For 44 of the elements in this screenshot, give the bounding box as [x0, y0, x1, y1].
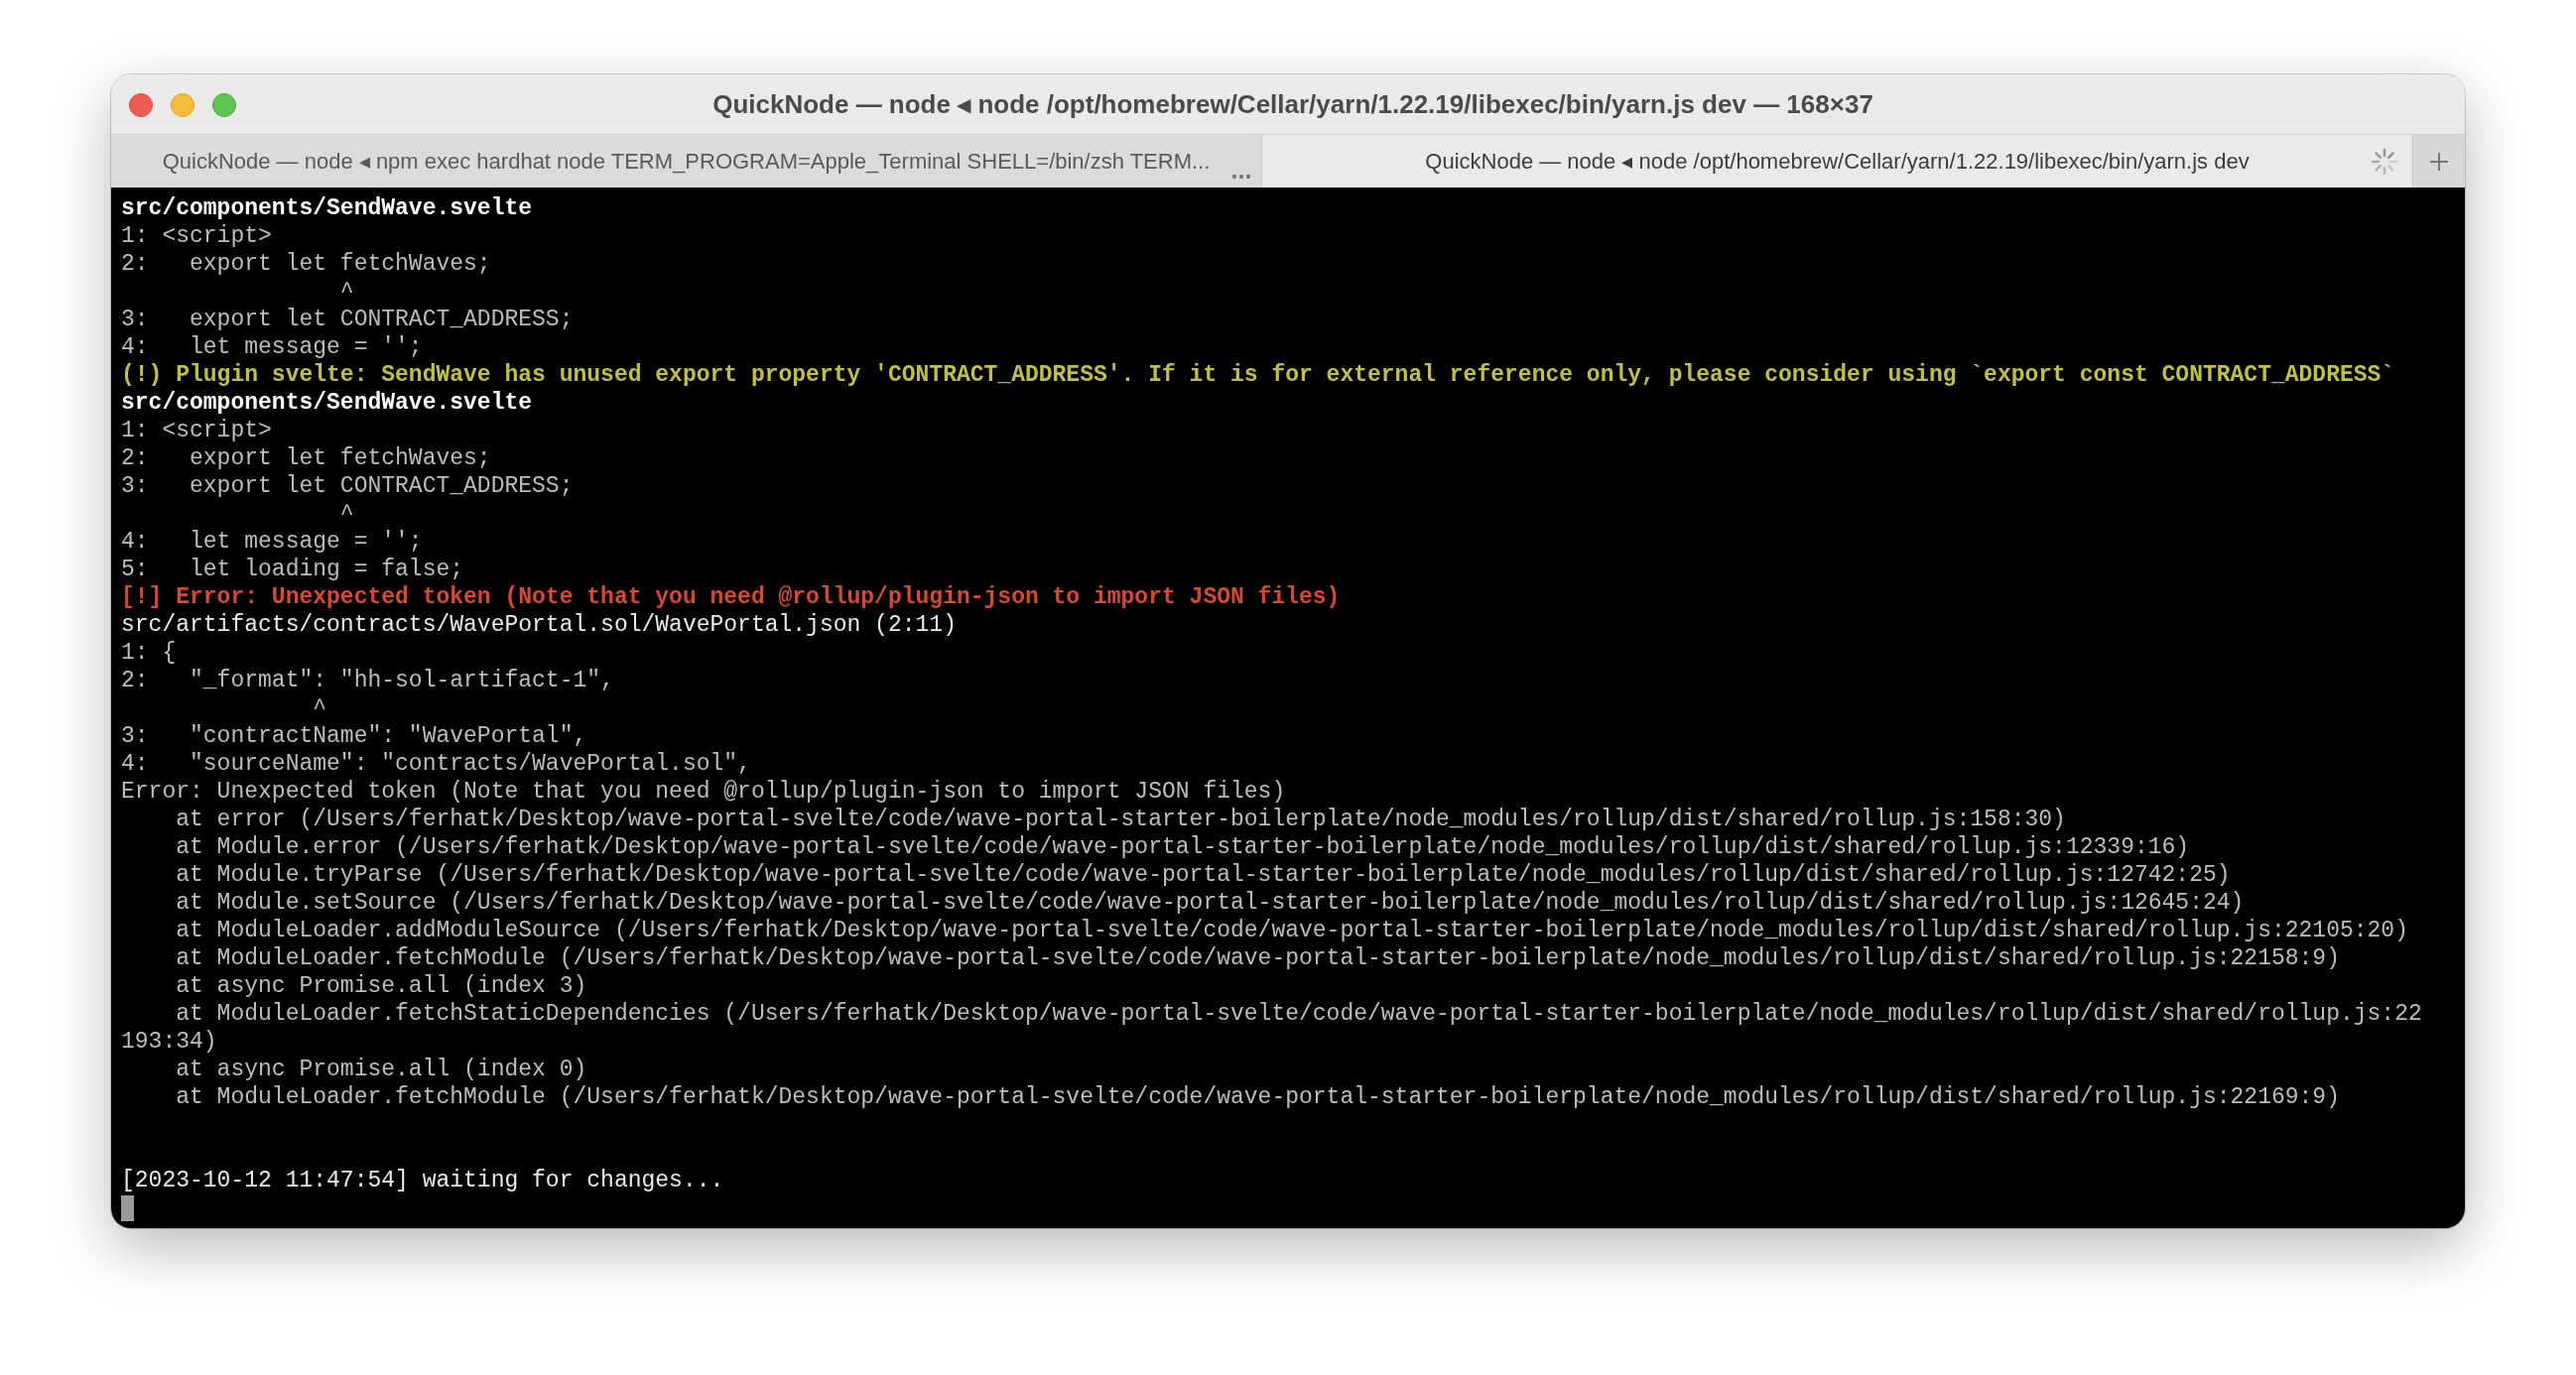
code-line: at async Promise.all (index 0)	[175, 1057, 587, 1082]
code-line: 3: export let CONTRACT_ADDRESS;	[121, 473, 574, 499]
caret-pointer: ^	[312, 695, 327, 721]
code-line: Error: Unexpected token (Note that you need @rollup/plugin-json to import JSON files)	[121, 779, 1286, 805]
caret-pointer: ^	[338, 279, 354, 305]
code-line: 1: <script>	[121, 223, 272, 249]
code-line: 2: "_format": "hh-sol-artifact-1",	[121, 668, 614, 693]
code-line: 3: "contractName": "WavePortal",	[121, 723, 587, 749]
code-line: 2: export let fetchWaves;	[121, 445, 491, 471]
code-line: 4: let message = '';	[121, 529, 423, 555]
file-path: src/components/SendWave.svelte	[121, 390, 533, 416]
file-path: src/components/SendWave.svelte	[121, 195, 533, 221]
code-line: at Module.tryParse (/Users/ferhatk/Desktop/wave-portal-svelte/code/wave-portal-starter-boilerplate/node_modules/rollup/dist/shared/rollup.js:12742:25)	[175, 862, 2231, 888]
zoom-button[interactable]	[212, 93, 236, 117]
minimize-button[interactable]	[171, 93, 194, 117]
terminal-tab[interactable]: QuickNode — node ◂ node /opt/homebrew/Cellar/yarn/1.22.19/libexec/bin/yarn.js dev	[1262, 135, 2413, 188]
plus-icon	[2428, 150, 2450, 173]
code-line: at ModuleLoader.fetchStaticDependencies (/Users/ferhatk/Desktop/wave-portal-svelte/code/wave-portal-starter-boilerplate/node_modules/rollup/dist/shared/rollup.js:22	[175, 1001, 2422, 1027]
code-line: at async Promise.all (index 3)	[175, 973, 587, 999]
code-line: 193:34)	[121, 1029, 217, 1055]
code-line: at ModuleLoader.addModuleSource (/Users/ferhatk/Desktop/wave-portal-svelte/code/wave-portal-starter-boilerplate/node_modules/rollup/dist/shared/rollup.js:22105:20)	[175, 918, 2408, 943]
window-title: QuickNode — node ◂ node /opt/homebrew/Cellar/yarn/1.22.19/libexec/bin/yarn.js dev — 168×37	[711, 88, 1873, 120]
code-line: 1: {	[121, 640, 177, 666]
error-message: [!] Error: Unexpected token (Note that you need @rollup/plugin-json to import JSON files)	[121, 584, 1341, 610]
code-line: at ModuleLoader.fetchModule (/Users/ferhatk/Desktop/wave-portal-svelte/code/wave-portal-starter-boilerplate/node_modules/rollup/dist/shared/rollup.js:22158:9)	[175, 945, 2340, 971]
caret-pointer: ^	[338, 501, 354, 527]
code-line: 4: let message = '';	[121, 334, 423, 360]
warning-message: (!) Plugin svelte: SendWave has unused export property 'CONTRACT_ADDRESS'. If it is for external reference only, please consider using `export const CONTRACT_ADDRESS`	[121, 362, 2395, 388]
code-line: 3: export let CONTRACT_ADDRESS;	[121, 307, 574, 332]
status-line: [2023-10-12 11:47:54] waiting for changes...	[121, 1168, 724, 1193]
more-icon[interactable]	[1231, 174, 1251, 180]
code-line: 2: export let fetchWaves;	[121, 251, 491, 277]
text-cursor	[121, 1194, 134, 1221]
code-line: at Module.error (/Users/ferhatk/Desktop/wave-portal-svelte/code/wave-portal-starter-boilerplate/node_modules/rollup/dist/shared/rollup.js:12339:16)	[175, 834, 2190, 860]
code-line: 4: "sourceName": "contracts/WavePortal.sol",	[121, 751, 751, 777]
code-line: at error (/Users/ferhatk/Desktop/wave-portal-svelte/code/wave-portal-starter-boilerplate/node_modules/rollup/dist/shared/rollup.js:158:30)	[175, 807, 2066, 832]
code-line: at ModuleLoader.fetchModule (/Users/ferhatk/Desktop/wave-portal-svelte/code/wave-portal-starter-boilerplate/node_modules/rollup/dist/shared/rollup.js:22169:9)	[175, 1084, 2340, 1110]
file-location: src/artifacts/contracts/WavePortal.sol/WavePortal.json (2:11)	[121, 612, 957, 638]
code-line: 1: <script>	[121, 418, 272, 443]
code-line: at Module.setSource (/Users/ferhatk/Desktop/wave-portal-svelte/code/wave-portal-starter-boilerplate/node_modules/rollup/dist/shared/rollup.js:12645:24)	[175, 890, 2245, 916]
code-line: 5: let loading = false;	[121, 557, 464, 582]
new-tab-button[interactable]	[2413, 135, 2465, 188]
close-button[interactable]	[129, 93, 153, 117]
spinner-icon	[2371, 148, 2398, 176]
